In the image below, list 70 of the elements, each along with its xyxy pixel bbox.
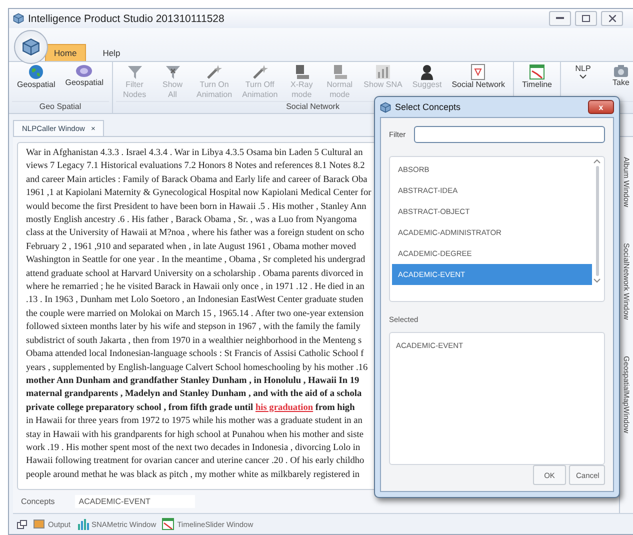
ribbon-tab[interactable]: Help xyxy=(94,44,130,62)
text-line: Washington in Seattle for one year . In the meantime , Obama , Sr completed his undergrad xyxy=(26,254,366,268)
text-line: mostly English ancestry .6 . His father , Barack Obama , Sr. , was a Luo from Nyangoma xyxy=(26,214,357,228)
text-line: people around methat he was black as pitch , my mother white as milkbarely registered in xyxy=(26,468,360,482)
link[interactable]: his graduation xyxy=(255,402,314,413)
text-line: would become the first President to have been born in Hawaii .5 . His mother , Stanley Ann xyxy=(26,200,366,214)
calendar-chart-icon xyxy=(162,518,174,530)
close-button[interactable] xyxy=(601,11,623,26)
ribbon-button[interactable]: Take xyxy=(602,62,633,101)
globe-icon xyxy=(28,64,44,80)
text-line: .13 . In 1963 , Dunham met Lolo Soetoro , an Indonesian EastWest Center graduate studen xyxy=(26,294,364,308)
text-line: Obama attended local Indonesian-language schools : St Francis of Assisi Catholic School f xyxy=(26,348,364,362)
text-line: views 7 Legacy 7.1 Historical evaluations 7.2 Honors 8 Notes and references 8.1 Notes 8.2 xyxy=(26,160,365,174)
text-line: private college preparatory school , from fifth grade until his graduation from high xyxy=(26,402,355,415)
close-button[interactable]: x xyxy=(588,100,614,114)
computer-icon xyxy=(294,64,310,80)
computer-icon xyxy=(332,64,348,80)
ribbon-button[interactable]: Geospatial xyxy=(12,62,60,101)
text-line: the couple were married on Molokai on March 15 , 1965.14 . After two one-year extension xyxy=(26,308,364,321)
text-line: mother Ann Dunham and grandfather Stanley Dunham , in Honolulu , Hawaii In 19 xyxy=(26,374,360,388)
wand-icon xyxy=(252,64,268,80)
calendar-chart-icon xyxy=(529,64,546,80)
chevron-up-icon[interactable] xyxy=(593,159,601,164)
bar-chart-icon xyxy=(76,518,89,530)
cube-logo-icon xyxy=(13,13,24,24)
minimize-button[interactable] xyxy=(549,11,571,26)
wand-icon xyxy=(206,64,222,80)
ribbon-button[interactable]: Timeline xyxy=(517,62,557,101)
camera-icon xyxy=(613,64,629,78)
chevron-down-icon[interactable] xyxy=(593,278,601,283)
text-line: stay in Hawaii with his grandparents for high school at Punahou when his mother and siste xyxy=(26,428,364,442)
bar-chart-icon xyxy=(375,64,391,80)
text-line: maternal grandparents , Madelyn and Stanley Dunham , and with the aid of a schola xyxy=(26,388,362,402)
text-line: February 2 , 1961 ,910 and separated when , in late August 1961 , Obama mother moved xyxy=(26,240,356,254)
disc-icon xyxy=(75,64,94,78)
filter-field[interactable] xyxy=(414,126,605,143)
text-line: 1961 ,1 at Kapiolani Maternity & Gynecological Hospital now Kapiolani Medical Center for xyxy=(26,187,372,200)
application-menu-button[interactable] xyxy=(14,30,48,64)
ribbon-button[interactable]: Geospatial xyxy=(60,62,108,101)
text-line: years , supplemented by English-language Calvert School homeschooling by his mother .16 xyxy=(26,362,368,374)
network-document-icon xyxy=(471,64,486,80)
text-line: War in Afghanistan 4.3.3 . Israel 4.3.4 . War in Libya 4.3.5 Osama bin Laden 5 Cultural an xyxy=(26,147,363,160)
ribbon-button[interactable]: Social Network xyxy=(446,62,510,101)
ribbon-group-label: Geo Spatial xyxy=(12,101,108,113)
windows-icon[interactable] xyxy=(17,520,27,528)
concepts-field[interactable]: ACADEMIC-EVENT xyxy=(74,495,195,508)
funnel-icon xyxy=(126,64,142,80)
text-line: followed sixteen months later by his wife and stepson in 1967 , with the family the family xyxy=(26,321,360,334)
cube-logo-icon xyxy=(380,102,391,112)
text-line: in Hawaii for three years from 1972 to 1975 while his mother was a graduate student in an xyxy=(26,415,362,428)
text-line: class at the University of Hawaii at M?noa , where his father was a foreign student on scho xyxy=(26,227,364,240)
minimize-icon xyxy=(556,17,564,20)
person-icon xyxy=(420,64,434,80)
cube-logo-icon xyxy=(22,38,40,56)
text-line: subdistrict of south Jakarta , then from 1970 in a wealthier neighborhood in the Menteng s xyxy=(26,334,362,348)
dialog-title: Select Concepts xyxy=(395,102,462,112)
maximize-button[interactable] xyxy=(575,11,597,26)
maximize-icon xyxy=(582,15,590,22)
ribbon-tab[interactable]: Home xyxy=(45,44,86,62)
ribbon-button[interactable]: NLP xyxy=(564,62,602,101)
funnel-icon xyxy=(164,64,180,80)
window-title: Intelligence Product Studio 201310111528 xyxy=(28,12,226,25)
text-line: where he remarried ; he he visited Barack in Hawaii only once , in 1971 .12 . He died in an xyxy=(26,281,364,294)
concepts-label: Concepts xyxy=(21,497,55,506)
text-line: and career Main articles : Family of Barack Obama and Early life and career of Barack Oba xyxy=(26,174,368,187)
close-icon xyxy=(608,15,616,22)
text-line: Hawaii following treatment for ovarian cancer and uterine cancer .20 . Of his early childho xyxy=(26,455,364,468)
text-line: work .19 . His mother spent most of the next two decades in Indonesia , divorcing Lolo in xyxy=(26,442,360,455)
window-icon xyxy=(33,518,45,530)
text-line: attend graduate school at Harvard University on a scholarship . Obama parents divorced in xyxy=(26,268,364,281)
